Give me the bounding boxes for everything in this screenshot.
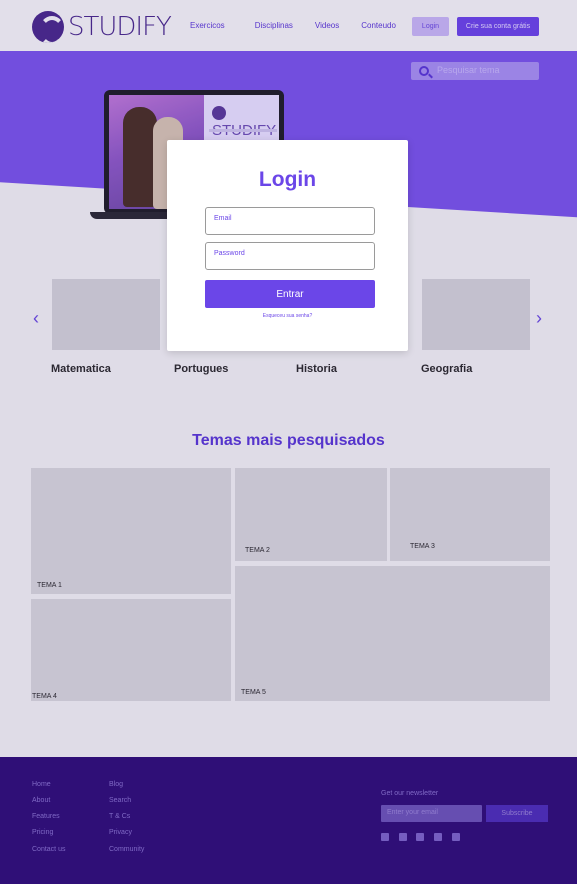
modal-title: Login bbox=[258, 168, 317, 191]
modal-backdrop[interactable] bbox=[0, 0, 577, 884]
email-field[interactable]: Email bbox=[205, 207, 375, 235]
submit-button[interactable]: Entrar bbox=[205, 280, 375, 308]
login-modal: Login Email Password Entrar Esqueceu sua… bbox=[167, 140, 408, 351]
email-label: Email bbox=[214, 215, 232, 222]
password-field[interactable]: Password bbox=[205, 242, 375, 270]
password-label: Password bbox=[214, 250, 245, 257]
forgot-password-link[interactable]: Esqueceu sua senha? bbox=[167, 313, 408, 319]
page: STUDIFY Exercicos Disciplinas Videos Con… bbox=[0, 0, 577, 884]
